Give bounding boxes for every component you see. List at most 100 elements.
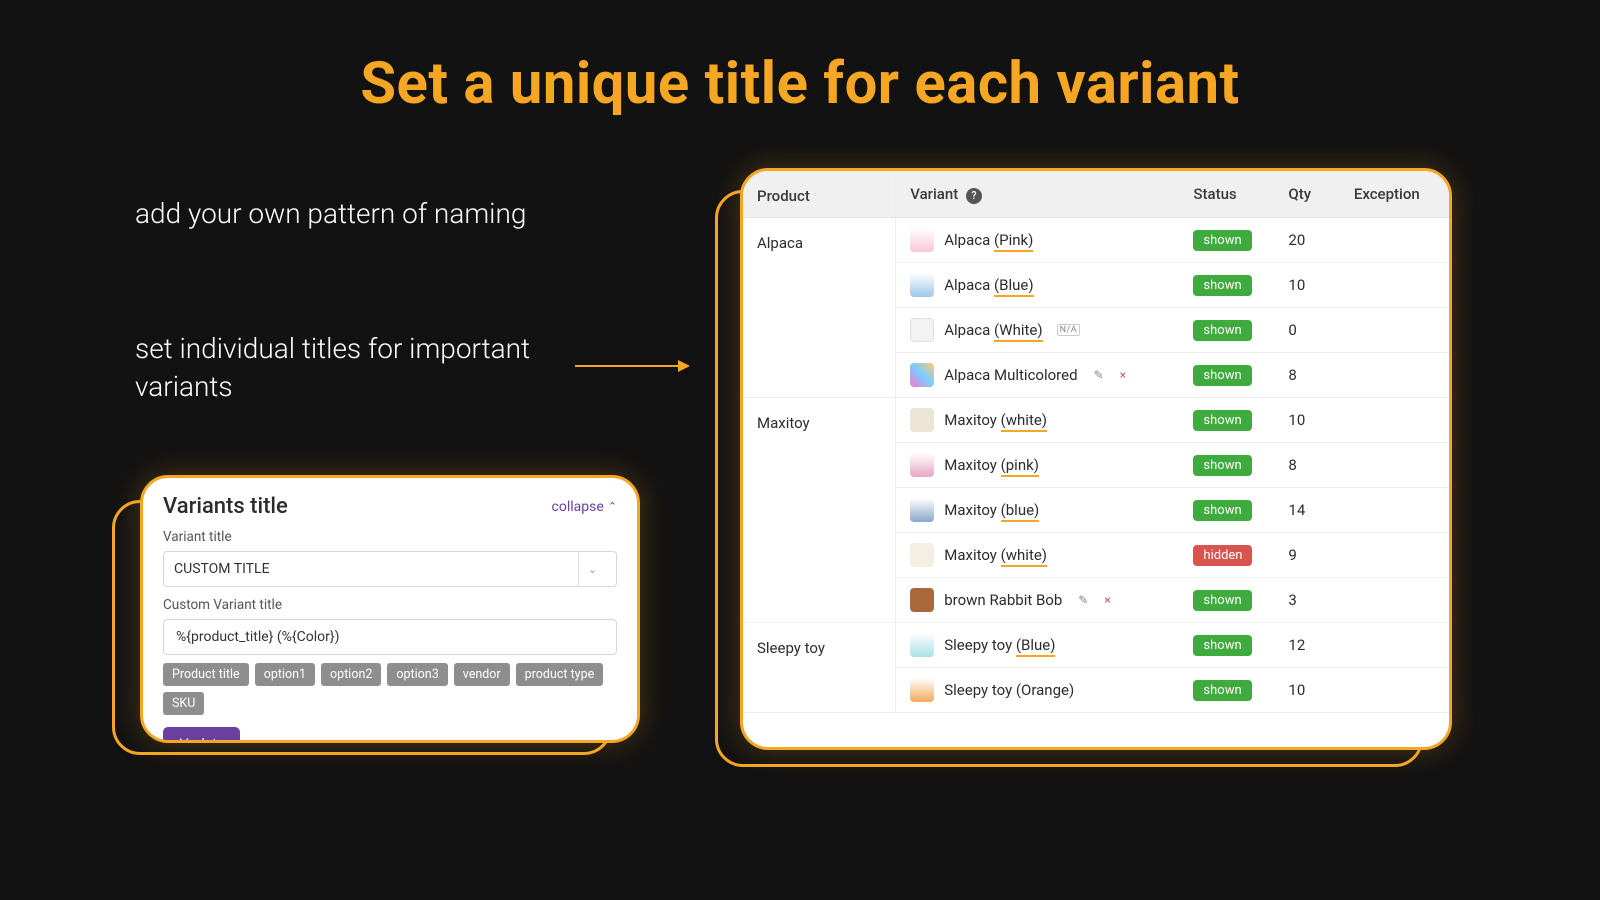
variant-thumbnail bbox=[910, 633, 934, 657]
status-badge: shown bbox=[1193, 455, 1251, 476]
qty-cell: 12 bbox=[1274, 623, 1339, 668]
variant-title-select[interactable]: CUSTOM TITLE ⌄ bbox=[163, 551, 617, 587]
qty-cell: 0 bbox=[1274, 308, 1339, 353]
variant-cell: Maxitoy (pink) bbox=[896, 443, 1180, 488]
annotation-pattern: add your own pattern of naming bbox=[135, 195, 595, 233]
token-chip[interactable]: option1 bbox=[255, 663, 315, 686]
status-badge: shown bbox=[1193, 590, 1251, 611]
qty-cell: 14 bbox=[1274, 488, 1339, 533]
close-icon[interactable]: × bbox=[1120, 368, 1126, 382]
update-button[interactable]: Update bbox=[163, 727, 240, 743]
variants-title-card: Variants title collapse ⌃ Variant title … bbox=[140, 475, 640, 743]
status-badge: shown bbox=[1193, 500, 1251, 521]
product-cell: Sleepy toy bbox=[743, 623, 896, 713]
th-exception: Exception bbox=[1340, 171, 1449, 218]
status-badge: shown bbox=[1193, 680, 1251, 701]
status-cell: shown bbox=[1179, 668, 1274, 713]
chevron-up-icon: ⌃ bbox=[608, 500, 617, 513]
variant-cell: Sleepy toy (Orange) bbox=[896, 668, 1180, 713]
exception-cell bbox=[1340, 443, 1449, 488]
select-value: CUSTOM TITLE bbox=[174, 561, 270, 577]
exception-cell bbox=[1340, 668, 1449, 713]
variant-cell: Maxitoy (white) bbox=[896, 533, 1180, 578]
variant-cell: Alpaca (Pink) bbox=[896, 218, 1180, 263]
variant-cell: Sleepy toy (Blue) bbox=[896, 623, 1180, 668]
variants-table-card: Product Variant ? Status Qty Exception A… bbox=[740, 168, 1452, 750]
qty-cell: 8 bbox=[1274, 443, 1339, 488]
qty-cell: 3 bbox=[1274, 578, 1339, 623]
qty-cell: 8 bbox=[1274, 353, 1339, 398]
status-badge: shown bbox=[1193, 320, 1251, 341]
custom-input-value: %{product_title} (%{Color}) bbox=[176, 629, 340, 645]
pencil-icon[interactable]: ✎ bbox=[1078, 593, 1088, 607]
variant-thumbnail bbox=[910, 678, 934, 702]
collapse-button[interactable]: collapse ⌃ bbox=[552, 499, 617, 515]
variant-cell: Maxitoy (blue) bbox=[896, 488, 1180, 533]
token-chip[interactable]: option2 bbox=[321, 663, 381, 686]
custom-variant-label: Custom Variant title bbox=[163, 597, 617, 613]
variant-cell: Alpaca Multicolored ✎ × bbox=[896, 353, 1180, 398]
variant-thumbnail bbox=[910, 363, 934, 387]
token-chip[interactable]: vendor bbox=[454, 663, 510, 686]
close-icon[interactable]: × bbox=[1104, 593, 1110, 607]
annotation-individual: set individual titles for important vari… bbox=[135, 330, 595, 406]
variant-name: Maxitoy (white) bbox=[944, 411, 1047, 429]
variant-cell: brown Rabbit Bob✎× bbox=[896, 578, 1180, 623]
exception-cell bbox=[1340, 308, 1449, 353]
status-cell: shown bbox=[1179, 488, 1274, 533]
variant-thumbnail bbox=[910, 273, 934, 297]
na-badge: N/A bbox=[1057, 324, 1081, 336]
token-chip[interactable]: product type bbox=[516, 663, 604, 686]
status-cell: shown bbox=[1179, 623, 1274, 668]
pencil-icon[interactable]: ✎ bbox=[1094, 368, 1104, 382]
token-chip[interactable]: SKU bbox=[163, 692, 204, 715]
exception-cell bbox=[1340, 533, 1449, 578]
variant-name: Maxitoy (blue) bbox=[944, 501, 1039, 519]
th-qty: Qty bbox=[1274, 171, 1339, 218]
table-row: MaxitoyMaxitoy (white)shown10 bbox=[743, 398, 1449, 443]
variant-cell: Alpaca (White) N/A bbox=[896, 308, 1180, 353]
help-icon[interactable]: ? bbox=[966, 188, 982, 204]
status-badge: shown bbox=[1193, 230, 1251, 251]
table-row: AlpacaAlpaca (Pink)shown20 bbox=[743, 218, 1449, 263]
collapse-label: collapse bbox=[552, 499, 604, 515]
arrow-icon bbox=[575, 356, 690, 376]
chevron-down-icon: ⌄ bbox=[578, 552, 606, 586]
token-chip[interactable]: Product title bbox=[163, 663, 249, 686]
card-title: Variants title bbox=[163, 494, 288, 519]
variant-title-label: Variant title bbox=[163, 529, 617, 545]
th-variant-label: Variant bbox=[910, 185, 958, 203]
status-cell: shown bbox=[1179, 308, 1274, 353]
variant-name: Alpaca (White) bbox=[944, 321, 1042, 339]
exception-cell bbox=[1340, 263, 1449, 308]
status-cell: shown bbox=[1179, 398, 1274, 443]
token-chip[interactable]: option3 bbox=[387, 663, 447, 686]
exception-cell bbox=[1340, 578, 1449, 623]
variant-name: Sleepy toy (Blue) bbox=[944, 636, 1055, 654]
product-cell: Maxitoy bbox=[743, 398, 896, 623]
variant-name: Maxitoy (pink) bbox=[944, 456, 1039, 474]
exception-cell bbox=[1340, 218, 1449, 263]
variants-table: Product Variant ? Status Qty Exception A… bbox=[743, 171, 1449, 713]
variant-name: Maxitoy (white) bbox=[944, 546, 1047, 564]
variant-cell: Maxitoy (white) bbox=[896, 398, 1180, 443]
th-product: Product bbox=[743, 171, 896, 218]
th-status: Status bbox=[1179, 171, 1274, 218]
qty-cell: 9 bbox=[1274, 533, 1339, 578]
table-row: Sleepy toySleepy toy (Blue)shown12 bbox=[743, 623, 1449, 668]
custom-variant-input[interactable]: %{product_title} (%{Color}) bbox=[163, 619, 617, 655]
variant-name: Alpaca Multicolored bbox=[944, 366, 1077, 384]
exception-cell bbox=[1340, 398, 1449, 443]
status-badge: shown bbox=[1193, 365, 1251, 386]
variant-thumbnail bbox=[910, 543, 934, 567]
qty-cell: 10 bbox=[1274, 263, 1339, 308]
status-cell: hidden bbox=[1179, 533, 1274, 578]
qty-cell: 10 bbox=[1274, 398, 1339, 443]
status-cell: shown bbox=[1179, 443, 1274, 488]
status-cell: shown bbox=[1179, 263, 1274, 308]
status-badge: shown bbox=[1193, 275, 1251, 296]
variant-thumbnail bbox=[910, 228, 934, 252]
variant-thumbnail bbox=[910, 318, 934, 342]
status-badge: hidden bbox=[1193, 545, 1252, 566]
status-badge: shown bbox=[1193, 410, 1251, 431]
